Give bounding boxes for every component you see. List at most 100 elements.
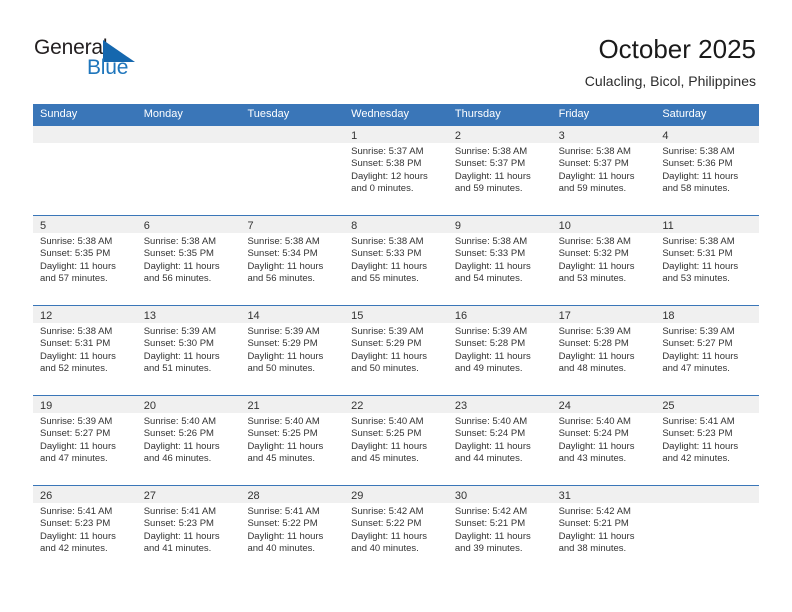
day-number-band: 24 — [551, 396, 656, 413]
weekday-header-friday: Friday — [558, 108, 590, 120]
daylight-text-line1: Daylight: 11 hours — [143, 530, 220, 542]
sunset-text: Sunset: 5:36 PM — [662, 158, 733, 170]
sunset-text: Sunset: 5:23 PM — [143, 518, 214, 530]
daylight-text-line2: and 59 minutes. — [454, 183, 523, 195]
day-cell[interactable]: 13 Sunrise: 5:39 AM Sunset: 5:30 PM Dayl… — [136, 306, 241, 395]
day-number: 31 — [558, 490, 571, 502]
day-cell[interactable]: 26 Sunrise: 5:41 AM Sunset: 5:23 PM Dayl… — [33, 486, 137, 575]
day-cell[interactable]: 22 Sunrise: 5:40 AM Sunset: 5:25 PM Dayl… — [344, 396, 448, 485]
day-number: 19 — [40, 400, 53, 412]
day-cell[interactable]: 20 Sunrise: 5:40 AM Sunset: 5:26 PM Dayl… — [136, 396, 241, 485]
day-cell[interactable]: 11 Sunrise: 5:38 AM Sunset: 5:31 PM Dayl… — [655, 216, 760, 305]
sunset-text: Sunset: 5:31 PM — [40, 338, 111, 350]
daylight-text-line2: and 41 minutes. — [143, 543, 212, 555]
day-cell[interactable]: 8 Sunrise: 5:38 AM Sunset: 5:33 PM Dayli… — [344, 216, 448, 305]
day-number-band: 8 — [344, 216, 448, 233]
day-number-band: 5 — [33, 216, 137, 233]
day-number: 1 — [351, 130, 358, 142]
daylight-text-line1: Daylight: 11 hours — [454, 530, 531, 542]
general-blue-logo: General Blue — [34, 36, 164, 84]
daylight-text-line2: and 50 minutes. — [351, 363, 419, 375]
weekday-header-tuesday: Tuesday — [247, 108, 290, 120]
day-number: 23 — [454, 400, 468, 412]
day-number: 14 — [247, 310, 260, 322]
day-number-band: 26 — [33, 486, 137, 503]
day-cell[interactable]: 29 Sunrise: 5:42 AM Sunset: 5:22 PM Dayl… — [344, 486, 448, 575]
day-number: 9 — [454, 220, 461, 232]
daylight-text-line1: Daylight: 11 hours — [662, 260, 739, 272]
day-number: 21 — [247, 400, 260, 412]
weekday-header-sunday: Sunday — [40, 108, 78, 120]
day-cell[interactable]: 15 Sunrise: 5:39 AM Sunset: 5:29 PM Dayl… — [344, 306, 448, 395]
day-cell[interactable]: 31 Sunrise: 5:42 AM Sunset: 5:21 PM Dayl… — [551, 486, 656, 575]
daylight-text-line1: Daylight: 11 hours — [558, 440, 635, 452]
day-cell[interactable]: 9 Sunrise: 5:38 AM Sunset: 5:33 PM Dayli… — [447, 216, 552, 305]
day-cell[interactable]: 25 Sunrise: 5:41 AM Sunset: 5:23 PM Dayl… — [655, 396, 760, 485]
week-row: 1 Sunrise: 5:37 AM Sunset: 5:38 PM Dayli… — [33, 125, 760, 215]
day-info: Sunrise: 5:37 AM Sunset: 5:38 PM Dayligh… — [344, 143, 448, 196]
daylight-text-line1: Daylight: 11 hours — [40, 530, 116, 542]
sunrise-text: Sunrise: 5:38 AM — [558, 146, 631, 157]
daylight-text-line1: Daylight: 11 hours — [351, 260, 428, 272]
sunset-text: Sunset: 5:33 PM — [454, 248, 526, 260]
day-info: Sunrise: 5:41 AM Sunset: 5:23 PM Dayligh… — [655, 413, 759, 466]
sunset-text: Sunset: 5:24 PM — [454, 428, 526, 440]
page-subtitle: Culacling, Bicol, Philippines — [584, 73, 756, 89]
day-cell[interactable]: 14 Sunrise: 5:39 AM Sunset: 5:29 PM Dayl… — [240, 306, 345, 395]
day-cell[interactable]: 16 Sunrise: 5:39 AM Sunset: 5:28 PM Dayl… — [447, 306, 552, 395]
daylight-text-line2: and 57 minutes. — [40, 273, 108, 285]
page-title: October 2025 — [598, 34, 756, 64]
day-cell[interactable]: 12 Sunrise: 5:38 AM Sunset: 5:31 PM Dayl… — [33, 306, 137, 395]
daylight-text-line1: Daylight: 11 hours — [351, 350, 428, 362]
daylight-text-line2: and 44 minutes. — [454, 453, 523, 465]
day-number: 12 — [40, 310, 53, 322]
day-cell[interactable] — [655, 486, 760, 575]
day-cell[interactable]: 23 Sunrise: 5:40 AM Sunset: 5:24 PM Dayl… — [447, 396, 552, 485]
day-number: 22 — [351, 400, 364, 412]
sunset-text: Sunset: 5:23 PM — [662, 428, 733, 440]
day-number-band: 9 — [447, 216, 552, 233]
day-number: 8 — [351, 220, 358, 232]
daylight-text-line1: Daylight: 11 hours — [247, 530, 324, 542]
day-cell[interactable]: 10 Sunrise: 5:38 AM Sunset: 5:32 PM Dayl… — [551, 216, 656, 305]
day-cell[interactable]: 17 Sunrise: 5:39 AM Sunset: 5:28 PM Dayl… — [551, 306, 656, 395]
day-number-band: 22 — [344, 396, 448, 413]
daylight-text-line2: and 52 minutes. — [40, 363, 108, 375]
sunset-text: Sunset: 5:25 PM — [247, 428, 318, 440]
day-cell[interactable]: 30 Sunrise: 5:42 AM Sunset: 5:21 PM Dayl… — [447, 486, 552, 575]
day-cell[interactable] — [136, 126, 241, 215]
daylight-text-line1: Daylight: 11 hours — [558, 530, 635, 542]
sunset-text: Sunset: 5:37 PM — [454, 158, 526, 170]
day-cell[interactable]: 19 Sunrise: 5:39 AM Sunset: 5:27 PM Dayl… — [33, 396, 137, 485]
day-cell[interactable]: 18 Sunrise: 5:39 AM Sunset: 5:27 PM Dayl… — [655, 306, 760, 395]
week-row: 19 Sunrise: 5:39 AM Sunset: 5:27 PM Dayl… — [33, 395, 760, 485]
day-cell[interactable]: 24 Sunrise: 5:40 AM Sunset: 5:24 PM Dayl… — [551, 396, 656, 485]
day-cell[interactable]: 1 Sunrise: 5:37 AM Sunset: 5:38 PM Dayli… — [344, 126, 448, 215]
day-info: Sunrise: 5:41 AM Sunset: 5:22 PM Dayligh… — [240, 503, 344, 556]
day-cell[interactable] — [240, 126, 345, 215]
daylight-text-line2: and 55 minutes. — [351, 273, 419, 285]
day-number: 20 — [143, 400, 156, 412]
sunrise-text: Sunrise: 5:38 AM — [351, 236, 424, 247]
weekday-header-wednesday: Wednesday — [351, 108, 410, 120]
day-number: 10 — [558, 220, 571, 232]
day-number: 15 — [351, 310, 364, 322]
day-cell[interactable] — [33, 126, 137, 215]
day-cell[interactable]: 21 Sunrise: 5:40 AM Sunset: 5:25 PM Dayl… — [240, 396, 345, 485]
day-cell[interactable]: 2 Sunrise: 5:38 AM Sunset: 5:37 PM Dayli… — [447, 126, 552, 215]
sunrise-text: Sunrise: 5:38 AM — [454, 236, 528, 247]
day-cell[interactable]: 4 Sunrise: 5:38 AM Sunset: 5:36 PM Dayli… — [655, 126, 760, 215]
day-cell[interactable]: 6 Sunrise: 5:38 AM Sunset: 5:35 PM Dayli… — [136, 216, 241, 305]
day-cell[interactable]: 28 Sunrise: 5:41 AM Sunset: 5:22 PM Dayl… — [240, 486, 345, 575]
day-number-band: 21 — [240, 396, 345, 413]
day-number: 30 — [454, 490, 468, 502]
day-cell[interactable]: 7 Sunrise: 5:38 AM Sunset: 5:34 PM Dayli… — [240, 216, 345, 305]
sunrise-text: Sunrise: 5:38 AM — [662, 146, 735, 157]
sunrise-text: Sunrise: 5:39 AM — [454, 326, 528, 337]
day-cell[interactable]: 27 Sunrise: 5:41 AM Sunset: 5:23 PM Dayl… — [136, 486, 241, 575]
day-cell[interactable]: 3 Sunrise: 5:38 AM Sunset: 5:37 PM Dayli… — [551, 126, 656, 215]
day-cell[interactable]: 5 Sunrise: 5:38 AM Sunset: 5:35 PM Dayli… — [33, 216, 137, 305]
sunrise-text: Sunrise: 5:39 AM — [247, 326, 320, 337]
daylight-text-line2: and 40 minutes. — [351, 543, 419, 555]
day-number-band: 18 — [655, 306, 760, 323]
